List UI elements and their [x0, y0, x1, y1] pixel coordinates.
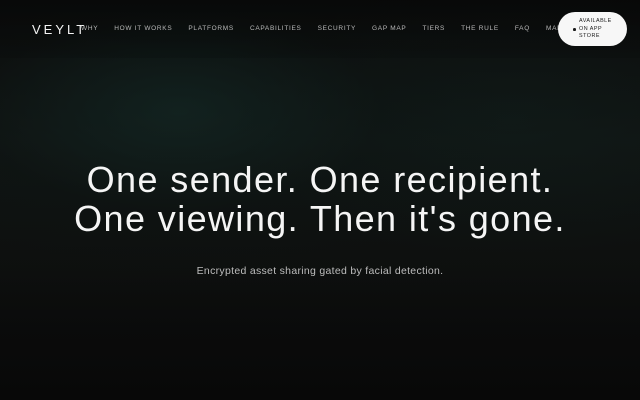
hero-section: One sender. One recipient. One viewing. … [0, 160, 640, 238]
hero-headline-line-1: One sender. One recipient. [86, 159, 554, 200]
bullet-icon [573, 28, 576, 31]
hero-headline: One sender. One recipient. One viewing. … [0, 160, 640, 238]
nav-link-faq[interactable]: FAQ [515, 25, 530, 32]
nav-link-tiers[interactable]: TIERS [422, 25, 445, 32]
app-store-button[interactable]: AVAILABLE ON APP STORE [558, 12, 627, 46]
top-navigation-bar: VEYLT WHY HOW IT WORKS PLATFORMS CAPABIL… [0, 0, 640, 58]
nav-link-gap-map[interactable]: GAP MAP [372, 25, 406, 32]
app-store-label-line2: ON APP [579, 25, 603, 32]
background-fade [0, 270, 640, 400]
hero-headline-line-2: One viewing. Then it's gone. [74, 198, 566, 239]
hero-subheadline: Encrypted asset sharing gated by facial … [196, 265, 444, 277]
nav-link-the-rule[interactable]: THE RULE [461, 25, 499, 32]
nav-link-how-it-works[interactable]: HOW IT WORKS [114, 25, 172, 32]
nav-link-platforms[interactable]: PLATFORMS [188, 25, 234, 32]
app-store-label-line3: STORE [579, 33, 600, 40]
main-nav: WHY HOW IT WORKS PLATFORMS CAPABILITIES … [81, 25, 590, 32]
nav-link-capabilities[interactable]: CAPABILITIES [250, 25, 302, 32]
nav-link-why[interactable]: WHY [81, 25, 98, 32]
nav-link-security[interactable]: SECURITY [318, 25, 356, 32]
app-store-label-line1: AVAILABLE [579, 18, 612, 24]
brand-logo[interactable]: VEYLT [32, 22, 87, 37]
